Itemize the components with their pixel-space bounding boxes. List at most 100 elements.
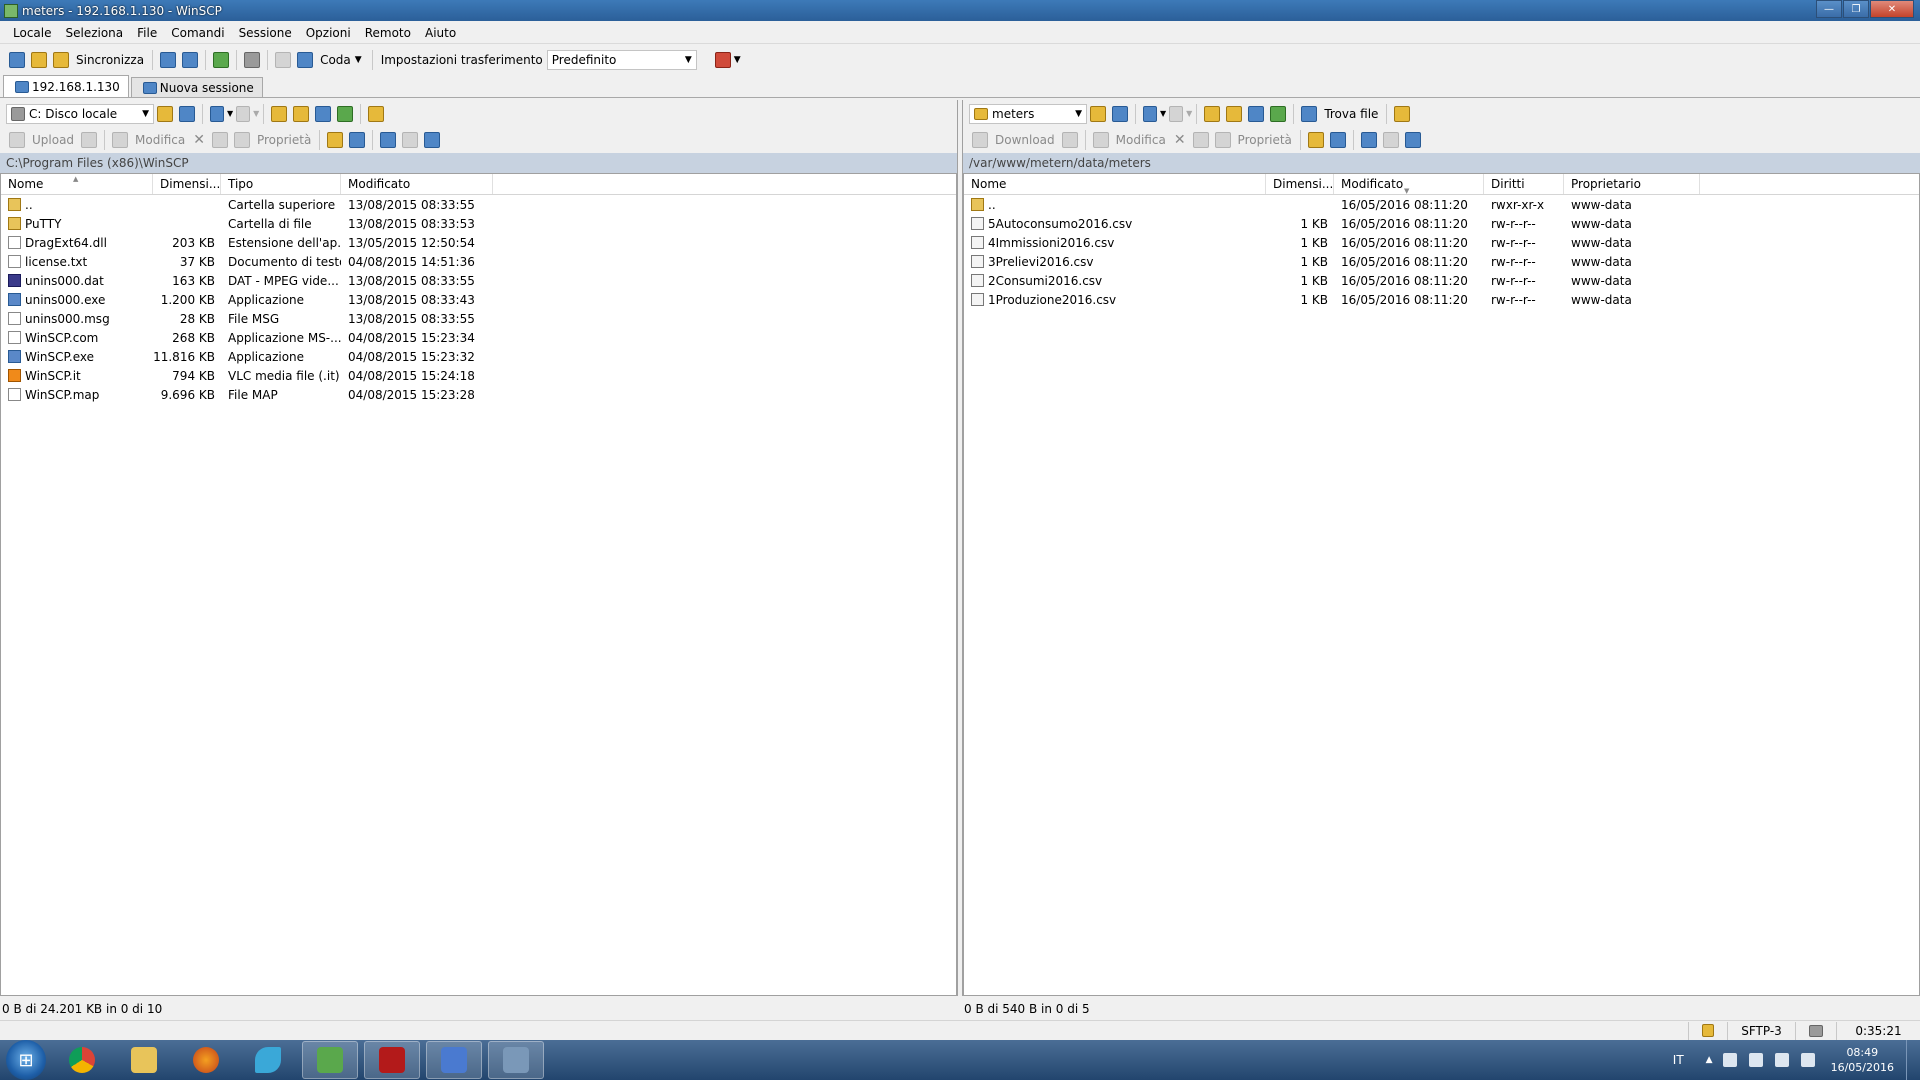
column-name[interactable]: Nome [964, 174, 1266, 194]
new-file-icon[interactable] [1329, 132, 1346, 148]
remote-path-bar[interactable]: /var/www/metern/data/meters [963, 153, 1920, 173]
select-all-icon[interactable] [380, 132, 397, 148]
menu-opzioni[interactable]: Opzioni [306, 26, 351, 40]
table-row[interactable]: DragExt64.dll 203 KB Estensione dell'ap...… [1, 233, 956, 252]
table-row[interactable]: unins000.dat 163 KB DAT - MPEG vide... 13/0… [1, 271, 956, 290]
menu-seleziona[interactable]: Seleziona [65, 26, 123, 40]
new-folder-icon[interactable] [1307, 132, 1324, 148]
compare-directories-icon[interactable] [31, 52, 47, 68]
chevron-down-icon[interactable]: ▼ [1160, 109, 1166, 118]
remote-file-list[interactable]: Nome Dimensi... Modificato ▼ Diritti Prop… [963, 173, 1920, 996]
local-drive-select[interactable]: C: Disco locale ▼ [6, 103, 154, 124]
tab-session-192-168-1-130[interactable]: 192.168.1.130 [3, 75, 129, 97]
keep-remote-up-to-date-icon[interactable] [213, 52, 230, 68]
upload-button[interactable]: Upload [32, 133, 74, 147]
taskbar-chrome[interactable] [54, 1041, 110, 1079]
edit-button[interactable]: Modifica [135, 133, 185, 147]
table-row[interactable]: 5Autoconsumo2016.csv 1 KB 16/05/2016 08:11… [964, 214, 1919, 233]
find-files-icon[interactable] [368, 105, 385, 122]
table-row[interactable]: unins000.exe 1.200 KB Applicazione 13/08/20… [1, 290, 956, 309]
synchronize-icon[interactable] [53, 52, 69, 68]
edit-button[interactable]: Modifica [1116, 133, 1166, 147]
action-center-flag-icon[interactable] [1748, 1053, 1763, 1067]
column-modified[interactable]: Modificato ▼ [1334, 174, 1484, 195]
open-directory-icon[interactable] [1090, 105, 1106, 122]
new-file-icon[interactable] [349, 132, 366, 148]
taskbar-dolphin[interactable] [240, 1041, 296, 1079]
binoculars-icon[interactable] [1301, 105, 1318, 122]
home-icon[interactable] [1248, 105, 1265, 122]
table-row[interactable]: .. 16/05/2016 08:11:20 rwxr-xr-x www-data [964, 195, 1919, 214]
filter-icon[interactable] [179, 105, 195, 122]
new-local-icon[interactable] [9, 52, 25, 68]
taskbar-firefox[interactable] [178, 1041, 234, 1079]
open-directory-icon[interactable] [157, 105, 173, 122]
column-type[interactable]: Tipo [221, 174, 341, 194]
menu-comandi[interactable]: Comandi [171, 26, 224, 40]
windows-flag-icon[interactable] [1722, 1053, 1737, 1067]
taskbar-network[interactable] [426, 1041, 482, 1079]
select-all-icon[interactable] [1360, 132, 1377, 148]
menu-aiuto[interactable]: Aiuto [425, 26, 456, 40]
refresh-icon[interactable] [337, 105, 354, 122]
taskbar-monitor[interactable] [302, 1041, 358, 1079]
table-row[interactable]: WinSCP.com 268 KB Applicazione MS-... 04/08… [1, 328, 956, 347]
close-button[interactable]: ✕ [1870, 0, 1914, 18]
chevron-down-icon[interactable]: ▼ [355, 55, 362, 65]
clock[interactable]: 08:49 16/05/2016 [1831, 1045, 1894, 1075]
tab-new-session[interactable]: Nuova sessione [130, 77, 263, 97]
column-name[interactable]: Nome ▲ [1, 174, 153, 194]
table-row[interactable]: license.txt 37 KB Documento di testo 04/08/… [1, 252, 956, 271]
back-arrow-icon[interactable] [1143, 105, 1157, 122]
delete-icon[interactable]: ✕ [1174, 132, 1186, 148]
menu-file[interactable]: File [137, 26, 157, 40]
delete-icon[interactable]: ✕ [193, 132, 205, 148]
queue-list-icon[interactable] [275, 52, 292, 68]
column-modified[interactable]: Modificato [341, 174, 493, 194]
menu-sessione[interactable]: Sessione [239, 26, 292, 40]
taskbar-winscp[interactable] [488, 1041, 544, 1079]
language-indicator[interactable]: IT [1673, 1053, 1684, 1067]
transfer-preset-select[interactable]: Predefinito ▼ [546, 50, 697, 70]
start-button[interactable]: ⊞ [6, 1040, 46, 1080]
synchronize-button[interactable]: Sincronizza [76, 53, 144, 67]
root-directory-icon[interactable] [1226, 105, 1243, 122]
parent-directory-icon[interactable] [1204, 105, 1221, 122]
parent-directory-icon[interactable] [271, 105, 288, 122]
volume-icon[interactable] [1774, 1053, 1789, 1067]
filter-select-icon[interactable] [424, 132, 441, 148]
gear-icon[interactable] [244, 52, 261, 68]
table-row[interactable]: WinSCP.map 9.696 KB File MAP 04/08/2015 15:… [1, 385, 956, 404]
root-directory-icon[interactable] [293, 105, 310, 122]
local-path-bar[interactable]: C:\Program Files (x86)\WinSCP [0, 153, 957, 173]
maximize-button[interactable]: ❐ [1843, 0, 1869, 18]
table-row[interactable]: 3Prelievi2016.csv 1 KB 16/05/2016 08:11:20… [964, 252, 1919, 271]
putty-icon[interactable] [182, 52, 199, 68]
menu-locale[interactable]: Locale [13, 26, 51, 40]
transfer-settings-icon[interactable] [714, 52, 731, 68]
properties-button[interactable]: Proprietà [257, 133, 311, 147]
network-tray-icon[interactable] [1800, 1053, 1815, 1067]
column-owner[interactable]: Proprietario [1564, 174, 1700, 194]
queue-button[interactable]: Coda [320, 53, 351, 67]
table-row[interactable]: WinSCP.it 794 KB VLC media file (.it) 04/08… [1, 366, 956, 385]
terminal-icon[interactable] [160, 52, 177, 68]
new-folder-icon[interactable] [327, 132, 344, 148]
table-row[interactable]: unins000.msg 28 KB File MSG 13/08/2015 08:3… [1, 309, 956, 328]
filter-select-icon[interactable] [1404, 132, 1421, 148]
taskbar-acrobat[interactable] [364, 1041, 420, 1079]
show-desktop-button[interactable] [1906, 1040, 1920, 1080]
table-row[interactable]: 4Immissioni2016.csv 1 KB 16/05/2016 08:11:… [964, 233, 1919, 252]
menu-remoto[interactable]: Remoto [365, 26, 411, 40]
queue-icon[interactable] [297, 52, 314, 68]
column-size[interactable]: Dimensi... [1266, 174, 1334, 194]
download-button[interactable]: Download [995, 133, 1055, 147]
properties-button[interactable]: Proprietà [1238, 133, 1292, 147]
taskbar-explorer[interactable] [116, 1041, 172, 1079]
table-row[interactable]: PuTTY Cartella di file 13/08/2015 08:33:53 [1, 214, 956, 233]
show-hidden-icons-icon[interactable]: ▲ [1706, 1055, 1713, 1065]
chevron-down-icon[interactable]: ▼ [734, 55, 741, 65]
column-size[interactable]: Dimensi... [153, 174, 221, 194]
home-icon[interactable] [315, 105, 332, 122]
refresh-icon[interactable] [1270, 105, 1287, 122]
